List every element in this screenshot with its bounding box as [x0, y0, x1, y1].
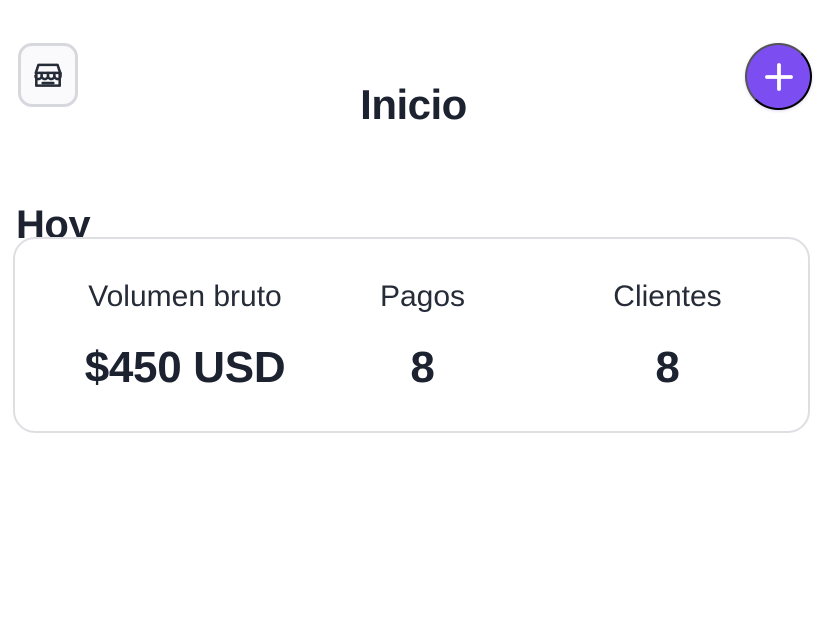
clients-value: 8: [655, 343, 680, 392]
clients-metric: Clientes 8: [535, 239, 800, 435]
payments-metric: Pagos 8: [290, 239, 555, 435]
top-header: Inicio: [0, 0, 827, 150]
payments-value: 8: [410, 343, 435, 392]
add-button[interactable]: [745, 43, 812, 110]
page-title: Inicio: [360, 81, 467, 129]
payments-label: Pagos: [379, 280, 466, 313]
home-screen: Inicio Hoy Volumen bruto $450 USD Pagos …: [0, 0, 827, 640]
clients-label: Clientes: [613, 280, 722, 313]
today-summary-card: Volumen bruto $450 USD Pagos 8 Clientes …: [13, 237, 810, 433]
plus-icon: [762, 60, 796, 94]
